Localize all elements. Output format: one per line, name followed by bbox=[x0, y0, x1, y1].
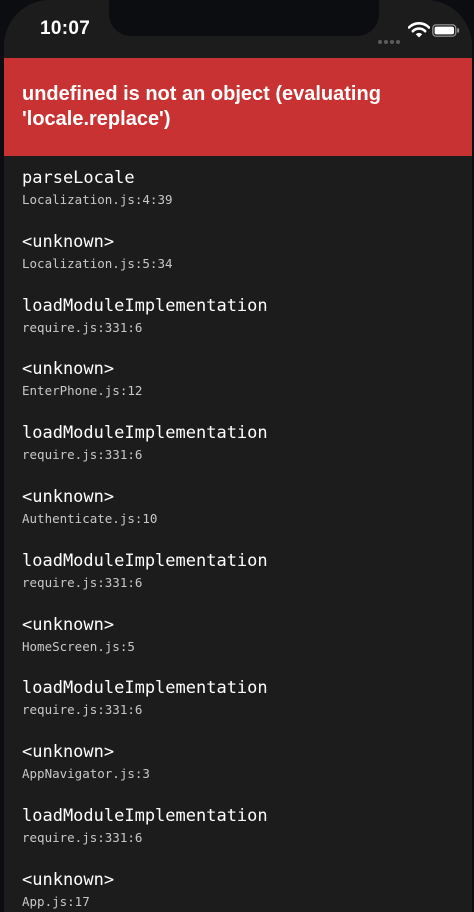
stack-frame[interactable]: <unknown> HomeScreen.js:5 bbox=[22, 614, 462, 678]
stack-frame[interactable]: loadModuleImplementation require.js:331:… bbox=[22, 677, 462, 741]
frame-method-name: loadModuleImplementation bbox=[22, 678, 268, 699]
signal-dots-icon bbox=[378, 31, 404, 44]
frame-method-name: <unknown> bbox=[22, 742, 115, 763]
status-time: 10:07 bbox=[40, 18, 91, 39]
frame-method-name: <unknown> bbox=[22, 486, 115, 507]
frame-file-location: require.js:331:6 bbox=[22, 702, 143, 718]
error-banner: undefined is not an object (evaluating '… bbox=[4, 58, 472, 156]
frame-method-name: loadModuleImplementation bbox=[22, 805, 268, 826]
stack-frame[interactable]: <unknown> AppNavigator.js:3 bbox=[22, 741, 462, 805]
frame-file-location: Localization.js:5:34 bbox=[22, 255, 173, 271]
camera-notch bbox=[109, 0, 379, 36]
frame-file-location: require.js:331:6 bbox=[22, 319, 143, 335]
frame-method-name: loadModuleImplementation bbox=[22, 423, 268, 444]
stack-frame-pair: loadModuleImplementation require.js:331:… bbox=[22, 677, 462, 805]
frame-file-location: Authenticate.js:10 bbox=[22, 510, 158, 526]
stack-frame[interactable]: loadModuleImplementation require.js:331:… bbox=[22, 295, 462, 359]
frame-method-name: loadModuleImplementation bbox=[22, 550, 268, 571]
stack-frame[interactable]: loadModuleImplementation require.js:331:… bbox=[22, 805, 462, 869]
frame-method-name: loadModuleImplementation bbox=[22, 295, 268, 316]
stack-frame[interactable]: loadModuleImplementation require.js:331:… bbox=[22, 550, 462, 614]
stack-frame-pair: loadModuleImplementation require.js:331:… bbox=[22, 422, 462, 550]
stack-frame[interactable]: <unknown> Authenticate.js:10 bbox=[22, 486, 462, 550]
redbox-screen: 10:07 undefined is not an object (evalua… bbox=[4, 0, 472, 912]
frame-file-location: require.js:331:6 bbox=[22, 447, 143, 463]
stack-frame[interactable]: parseLocale Localization.js:4:39 bbox=[22, 167, 462, 231]
frame-file-location: AppNavigator.js:3 bbox=[22, 766, 150, 782]
wifi-icon bbox=[408, 22, 430, 38]
stack-frame-pair: loadModuleImplementation require.js:331:… bbox=[22, 805, 462, 912]
stack-frame-pair: loadModuleImplementation require.js:331:… bbox=[22, 550, 462, 678]
battery-icon bbox=[432, 24, 460, 37]
stack-frame[interactable]: <unknown> App.js:17 bbox=[22, 869, 462, 912]
frame-file-location: HomeScreen.js:5 bbox=[22, 638, 135, 654]
stack-frame[interactable]: <unknown> EnterPhone.js:12 bbox=[22, 358, 462, 422]
frame-file-location: App.js:17 bbox=[22, 893, 90, 909]
frame-file-location: require.js:331:6 bbox=[22, 829, 143, 845]
frame-method-name: <unknown> bbox=[22, 231, 115, 252]
frame-file-location: EnterPhone.js:12 bbox=[22, 383, 143, 399]
frame-method-name: parseLocale bbox=[22, 168, 135, 188]
phone-frame: 10:07 undefined is not an object (evalua… bbox=[0, 0, 474, 912]
status-bar: 10:07 bbox=[4, 0, 472, 58]
error-message: undefined is not an object (evaluating '… bbox=[22, 83, 381, 130]
frame-file-location: Localization.js:4:39 bbox=[22, 192, 173, 207]
stack-trace-list: parseLocale Localization.js:4:39 <unknow… bbox=[22, 167, 462, 912]
stack-frame[interactable]: loadModuleImplementation require.js:331:… bbox=[22, 422, 462, 486]
frame-method-name: <unknown> bbox=[22, 614, 115, 635]
stack-frame-pair: loadModuleImplementation require.js:331:… bbox=[22, 295, 462, 423]
frame-method-name: <unknown> bbox=[22, 869, 115, 890]
stack-frame[interactable]: <unknown> Localization.js:5:34 bbox=[22, 231, 462, 295]
frame-method-name: <unknown> bbox=[22, 359, 115, 380]
stack-frame-pair: parseLocale Localization.js:4:39 <unknow… bbox=[22, 167, 462, 295]
frame-file-location: require.js:331:6 bbox=[22, 574, 143, 590]
